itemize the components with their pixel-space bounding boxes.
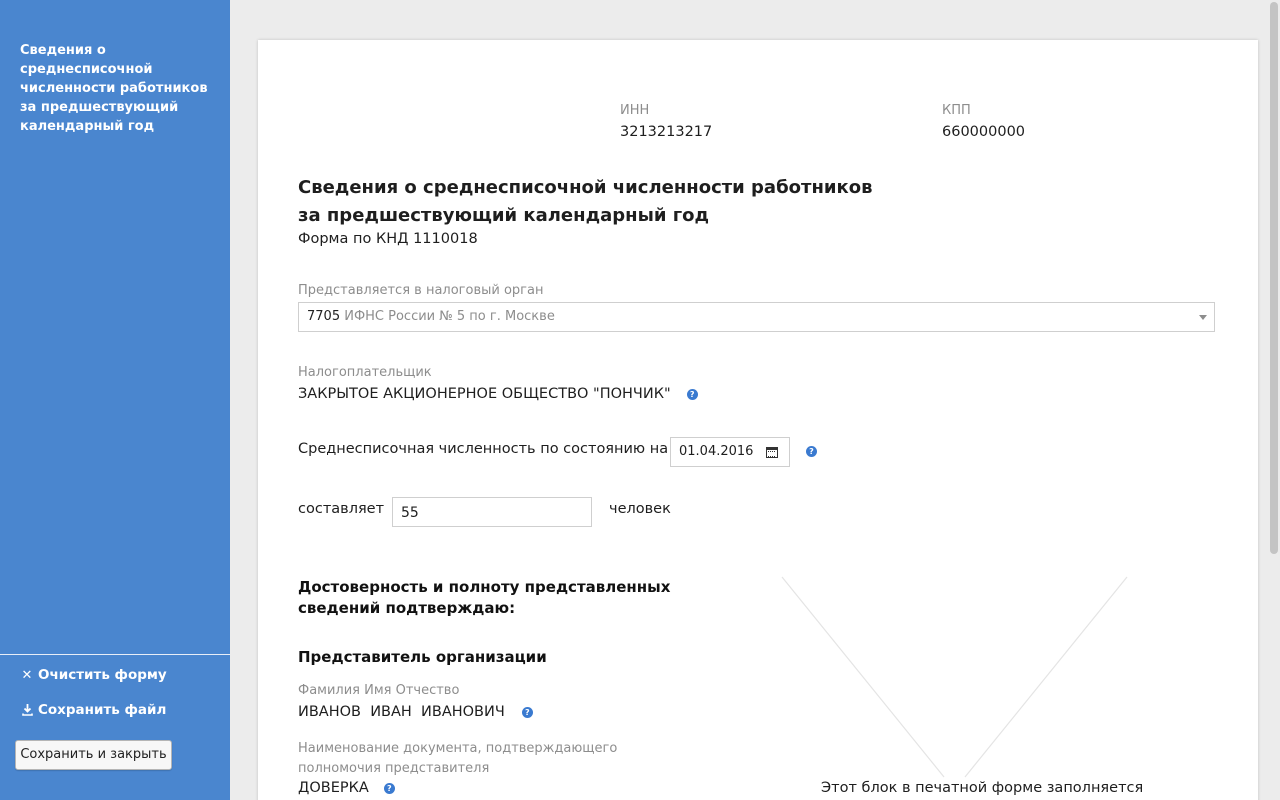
help-icon[interactable]: ? bbox=[806, 446, 817, 457]
fio-label: Фамилия Имя Отчество bbox=[298, 683, 460, 698]
tax-authority-code: 7705 bbox=[307, 309, 341, 324]
taxpayer-value: ЗАКРЫТОЕ АКЦИОНЕРНОЕ ОБЩЕСТВО "ПОНЧИК" bbox=[298, 386, 671, 402]
chevron-down-icon[interactable] bbox=[1199, 315, 1207, 320]
calendar-icon[interactable] bbox=[766, 447, 778, 458]
headcount-date-value: 01.04.2016 bbox=[679, 444, 754, 459]
doc-row: ДОВЕРКА ? bbox=[298, 780, 395, 796]
taxpayer-row: ЗАКРЫТОЕ АКЦИОНЕРНОЕ ОБЩЕСТВО "ПОНЧИК" ? bbox=[298, 386, 698, 402]
headcount-amount-suffix: человек bbox=[609, 501, 671, 517]
representative-heading: Представитель организации bbox=[298, 648, 547, 666]
scrollbar-thumb[interactable] bbox=[1270, 2, 1278, 554]
inn-label: ИНН bbox=[620, 103, 650, 118]
print-note: Этот блок в печатной форме заполняется bbox=[821, 780, 1144, 796]
inn-value: 3213213217 bbox=[620, 124, 713, 140]
taxpayer-label: Налогоплательщик bbox=[298, 365, 432, 380]
sidebar-divider bbox=[0, 654, 230, 655]
signature-line-left bbox=[781, 576, 945, 778]
kpp-value: 660000000 bbox=[942, 124, 1026, 140]
headcount-amount-prefix: составляет bbox=[298, 501, 385, 517]
doc-value: ДОВЕРКА bbox=[298, 780, 369, 796]
help-icon[interactable]: ? bbox=[686, 388, 698, 400]
kpp-label: КПП bbox=[942, 103, 971, 118]
save-and-close-button[interactable]: Сохранить и закрыть bbox=[15, 740, 172, 770]
save-file-button[interactable]: Сохранить файл bbox=[20, 702, 166, 718]
page-title: Сведения о среднесписочной численности р… bbox=[298, 174, 918, 230]
form-paper: ИНН 3213213217 КПП 660000000 Сведения о … bbox=[258, 40, 1258, 800]
doc-label: Наименование документа, подтверждающего … bbox=[298, 741, 618, 776]
help-icon[interactable]: ? bbox=[521, 706, 533, 718]
tax-authority-name: ИФНС России № 5 по г. Москве bbox=[344, 309, 555, 324]
sidebar: Сведения о среднесписочной численности р… bbox=[0, 0, 230, 800]
signature-lines bbox=[781, 576, 1128, 778]
headcount-date-input[interactable]: 01.04.2016 bbox=[670, 437, 790, 467]
confirm-heading: Достоверность и полноту представленных с… bbox=[298, 578, 671, 617]
page-title-line1: Сведения о среднесписочной численности р… bbox=[298, 177, 873, 198]
headcount-amount-input[interactable]: 55 bbox=[392, 497, 592, 527]
sidebar-title: Сведения о среднесписочной численности р… bbox=[20, 43, 208, 134]
clear-form-button[interactable]: ✕ Очистить форму bbox=[20, 667, 167, 683]
form-code: Форма по КНД 1110018 bbox=[298, 231, 478, 247]
headcount-date-label: Среднесписочная численность по состоянию… bbox=[298, 441, 669, 457]
page-title-line2: за предшествующий календарный год bbox=[298, 205, 710, 226]
signature-line-right bbox=[964, 576, 1128, 778]
close-icon: ✕ bbox=[21, 667, 33, 683]
help-icon[interactable]: ? bbox=[383, 782, 395, 794]
save-file-label: Сохранить файл bbox=[38, 702, 167, 718]
tax-authority-label: Представляется в налоговый орган bbox=[298, 283, 544, 298]
fio-row: ИВАНОВ ИВАН ИВАНОВИЧ ? bbox=[298, 704, 533, 720]
clear-form-label: Очистить форму bbox=[38, 667, 167, 683]
fio-value: ИВАНОВ ИВАН ИВАНОВИЧ bbox=[298, 704, 505, 720]
tax-authority-select[interactable]: 7705 ИФНС России № 5 по г. Москве bbox=[298, 302, 1215, 332]
download-icon bbox=[20, 704, 34, 716]
